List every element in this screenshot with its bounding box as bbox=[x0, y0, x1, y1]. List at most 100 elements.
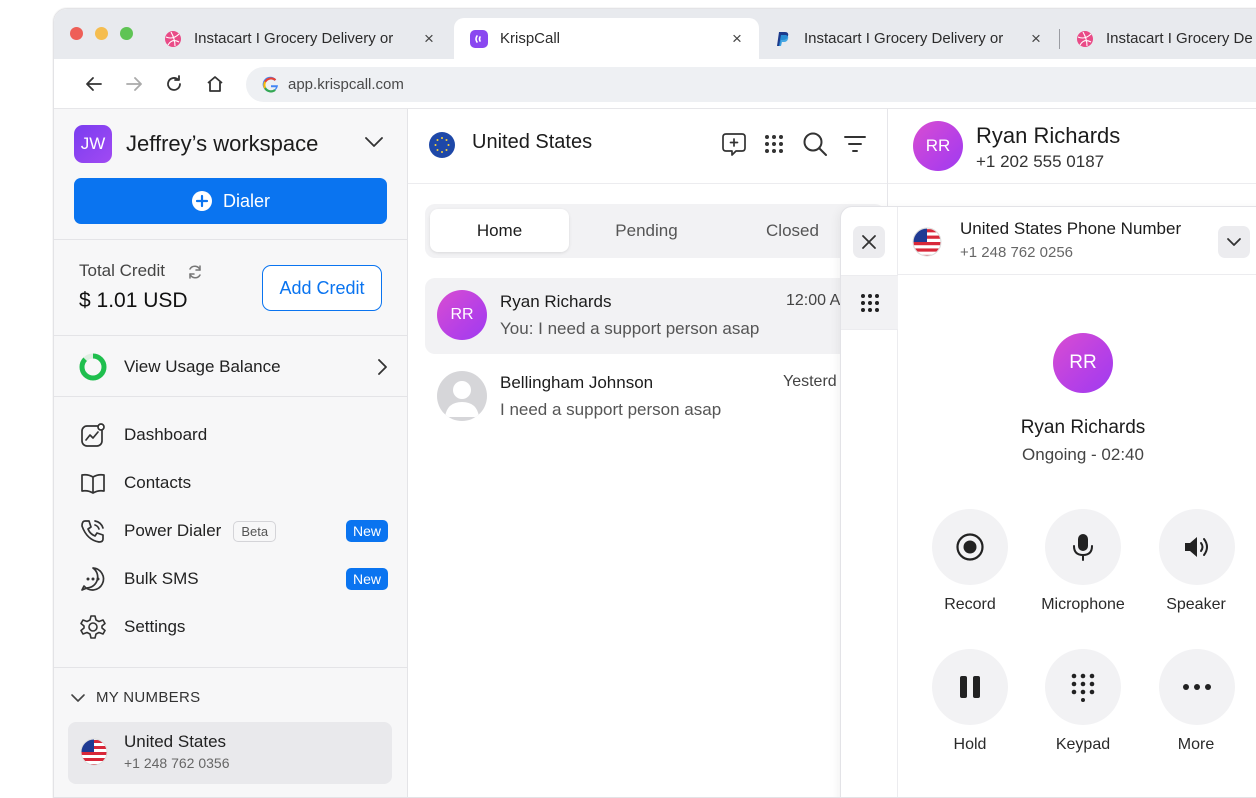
conversation-preview: I need a support person asap bbox=[500, 400, 722, 419]
dialer-button[interactable]: Dialer bbox=[74, 178, 387, 224]
browser-tab-4[interactable]: Instacart I Grocery De bbox=[1076, 18, 1256, 59]
add-credit-button[interactable]: Add Credit bbox=[262, 265, 382, 311]
conversations-pane: United States Home Pending Closed RR Rya… bbox=[408, 109, 887, 797]
divider bbox=[888, 183, 1256, 184]
sidebar-item-dashboard[interactable]: Dashboard bbox=[78, 419, 388, 451]
hold-label: Hold bbox=[953, 736, 987, 753]
back-icon[interactable] bbox=[82, 72, 106, 96]
pause-icon bbox=[957, 674, 983, 700]
conversation-item[interactable]: Bellingham Johnson Yesterd I need a supp… bbox=[425, 359, 887, 435]
contact-avatar: RR bbox=[437, 290, 487, 340]
keypad-icon bbox=[1069, 672, 1097, 702]
speaker-icon bbox=[1182, 534, 1212, 560]
tab-title: KrispCall bbox=[500, 30, 561, 47]
contact-name: Ryan Richards bbox=[976, 123, 1121, 148]
close-tab-icon[interactable]: × bbox=[1031, 29, 1041, 49]
home-icon[interactable] bbox=[203, 72, 227, 96]
forward-icon[interactable] bbox=[122, 72, 146, 96]
search-icon[interactable] bbox=[802, 131, 828, 162]
number-country: United States bbox=[124, 732, 227, 751]
divider bbox=[54, 239, 408, 240]
tab-separator bbox=[1059, 29, 1060, 49]
divider bbox=[54, 667, 408, 668]
dialpad-rail-button[interactable] bbox=[841, 276, 898, 329]
record-button[interactable] bbox=[932, 509, 1008, 585]
address-bar[interactable]: app.krispcall.com bbox=[246, 67, 1256, 102]
refresh-icon[interactable] bbox=[186, 263, 204, 286]
dribbble-icon bbox=[164, 30, 182, 48]
tab-pending[interactable]: Pending bbox=[577, 209, 716, 252]
krispcall-icon bbox=[470, 29, 488, 48]
sidebar: JW Jeffrey’s workspace Dialer Total Cred… bbox=[54, 109, 408, 797]
line-title: United States Phone Number bbox=[960, 219, 1182, 238]
hold-button[interactable] bbox=[932, 649, 1008, 725]
keypad-grid-icon[interactable] bbox=[764, 134, 784, 159]
record-label: Record bbox=[944, 596, 996, 613]
new-message-icon[interactable] bbox=[721, 131, 747, 162]
my-number-item[interactable]: United States +1 248 762 0356 bbox=[68, 722, 392, 784]
my-numbers-label: MY NUMBERS bbox=[96, 689, 201, 706]
workspace-name[interactable]: Jeffrey’s workspace bbox=[126, 131, 318, 157]
sidebar-item-bulk-sms[interactable]: Bulk SMS New bbox=[78, 563, 388, 595]
close-tab-icon[interactable]: × bbox=[424, 29, 434, 49]
close-icon[interactable] bbox=[853, 226, 885, 258]
tab-title: Instacart I Grocery Delivery or bbox=[194, 30, 394, 47]
conversation-tabs: Home Pending Closed bbox=[425, 204, 885, 258]
chevron-down-icon[interactable] bbox=[1218, 226, 1250, 258]
workspace-avatar[interactable]: JW bbox=[74, 125, 112, 163]
conversation-item[interactable]: RR Ryan Richards 12:00 A You: I need a s… bbox=[425, 278, 887, 354]
us-flag-icon bbox=[80, 738, 108, 771]
number-phone: +1 248 762 0356 bbox=[124, 755, 230, 771]
caller-name: Ryan Richards bbox=[1020, 417, 1146, 438]
reload-icon[interactable] bbox=[162, 72, 186, 96]
keypad-icon bbox=[860, 293, 880, 313]
total-credit-label: Total Credit bbox=[79, 261, 165, 280]
line-phone: +1 248 762 0256 bbox=[960, 244, 1074, 261]
browser-tab-1[interactable]: Instacart I Grocery Delivery or × bbox=[164, 18, 444, 59]
sidebar-item-settings[interactable]: Settings bbox=[78, 611, 388, 643]
sidebar-item-power-dialer[interactable]: Power Dialer Beta New bbox=[78, 515, 388, 547]
sidebar-item-label: Power Dialer bbox=[124, 521, 222, 540]
keypad-button[interactable] bbox=[1045, 649, 1121, 725]
speaker-button[interactable] bbox=[1159, 509, 1235, 585]
microphone-icon bbox=[1070, 532, 1096, 562]
sidebar-item-contacts[interactable]: Contacts bbox=[78, 467, 388, 499]
view-usage-balance-row[interactable]: View Usage Balance bbox=[78, 351, 388, 383]
microphone-button[interactable] bbox=[1045, 509, 1121, 585]
browser-window: Instacart I Grocery Delivery or × KrispC… bbox=[53, 8, 1256, 798]
default-avatar-icon bbox=[437, 371, 487, 421]
caller-avatar: RR bbox=[1053, 333, 1113, 393]
plus-circle-icon bbox=[191, 190, 213, 212]
filter-icon[interactable] bbox=[844, 135, 866, 158]
more-label: More bbox=[1177, 736, 1215, 753]
tab-title: Instacart I Grocery De bbox=[1106, 30, 1253, 47]
line-selector[interactable]: United States Phone Number +1 248 762 02… bbox=[898, 207, 1256, 275]
chat-bubble-icon bbox=[78, 564, 108, 594]
conversation-preview: You: I need a support person asap bbox=[500, 319, 760, 338]
divider bbox=[54, 335, 408, 336]
paypal-icon bbox=[774, 30, 792, 48]
minimize-window-button[interactable] bbox=[95, 27, 108, 40]
call-panel-rail bbox=[841, 207, 898, 797]
new-badge: New bbox=[345, 520, 388, 542]
close-window-button[interactable] bbox=[70, 27, 83, 40]
contact-avatar: RR bbox=[913, 121, 963, 171]
usage-label: View Usage Balance bbox=[124, 357, 281, 376]
close-tab-icon[interactable]: × bbox=[732, 29, 742, 49]
maximize-window-button[interactable] bbox=[120, 27, 133, 40]
divider bbox=[841, 329, 898, 330]
more-button[interactable] bbox=[1159, 649, 1235, 725]
browser-tab-3[interactable]: Instacart I Grocery Delivery or × bbox=[774, 18, 1059, 59]
call-panel: United States Phone Number +1 248 762 02… bbox=[840, 206, 1256, 797]
browser-tab-2[interactable]: KrispCall × bbox=[454, 18, 759, 59]
new-badge: New bbox=[345, 568, 388, 590]
chevron-down-icon[interactable] bbox=[364, 135, 384, 154]
microphone-label: Microphone bbox=[1041, 596, 1125, 613]
speaker-label: Speaker bbox=[1166, 596, 1226, 613]
tab-home[interactable]: Home bbox=[430, 209, 569, 252]
keypad-label: Keypad bbox=[1055, 736, 1111, 753]
my-numbers-header[interactable]: MY NUMBERS bbox=[70, 689, 200, 706]
divider bbox=[408, 183, 887, 184]
gear-icon bbox=[78, 612, 108, 642]
sidebar-item-label: Dashboard bbox=[124, 425, 208, 444]
